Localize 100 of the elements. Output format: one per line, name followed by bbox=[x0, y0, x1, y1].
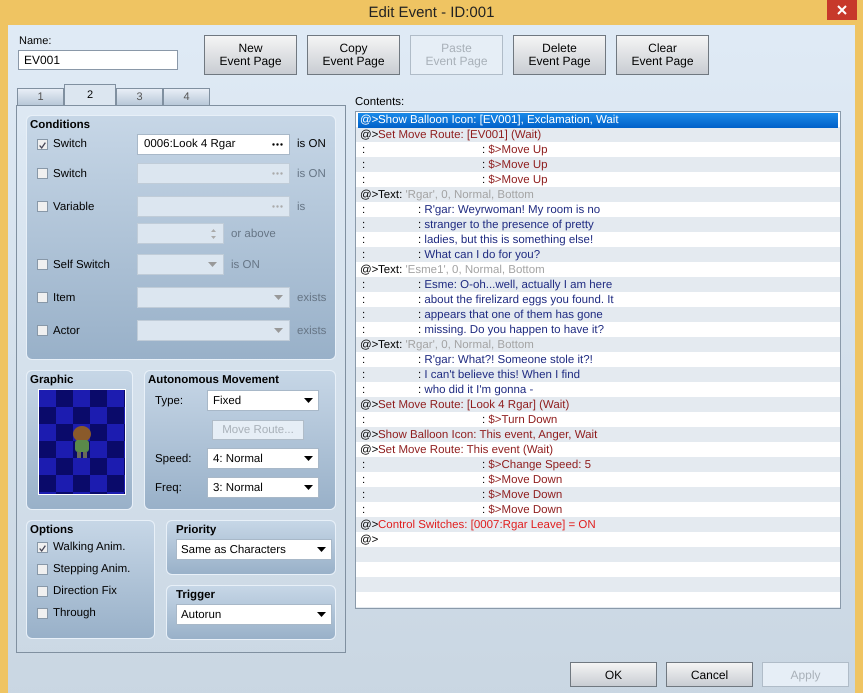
command-line[interactable]: : : R'gar: What?! Someone stole it?! bbox=[358, 353, 838, 368]
spin-arrows-icon bbox=[210, 228, 217, 240]
command-line[interactable]: @> bbox=[358, 533, 838, 548]
setting-dropdown[interactable]: Autorun bbox=[176, 604, 332, 625]
checkbox[interactable] bbox=[37, 325, 48, 336]
panel-title: Trigger bbox=[176, 589, 216, 601]
command-line[interactable]: @>Text: 'Rgar', 0, Normal, Bottom bbox=[358, 188, 838, 203]
checkbox[interactable] bbox=[37, 542, 48, 552]
command-line[interactable]: : : R'gar: Weyrwoman! My room is no bbox=[358, 203, 838, 218]
tab[interactable]: 4 bbox=[163, 88, 210, 105]
dropdown-arrow-icon bbox=[304, 456, 313, 461]
event-page-button[interactable]: Delete Event Page bbox=[513, 35, 606, 75]
checkbox[interactable] bbox=[37, 608, 48, 618]
command-line[interactable]: : : who did it I'm gonna - bbox=[358, 383, 838, 398]
checkbox[interactable] bbox=[37, 586, 48, 596]
command-line[interactable]: : : appears that one of them has gone bbox=[358, 308, 838, 323]
command-line[interactable]: @>Control Switches: [0007:Rgar Leave] = ON bbox=[358, 518, 838, 533]
condition-label: Self Switch bbox=[53, 258, 110, 270]
condition-label: Item bbox=[53, 292, 76, 304]
type-dropdown[interactable]: Fixed bbox=[207, 390, 319, 411]
checkbox[interactable] bbox=[37, 292, 48, 303]
command-line[interactable]: @>Set Move Route: This event (Wait) bbox=[358, 443, 838, 458]
dropdown[interactable] bbox=[137, 287, 290, 308]
command-line[interactable]: : : ladies, but this is something else! bbox=[358, 233, 838, 248]
type-label: Type: bbox=[154, 394, 184, 406]
checkbox[interactable] bbox=[37, 259, 48, 270]
command-line[interactable]: : : about the firelizard eggs you found. It bbox=[358, 293, 838, 308]
panel-title: Conditions bbox=[30, 119, 92, 131]
panel-title: Options bbox=[30, 524, 74, 536]
command-line[interactable]: : : What can I do for you? bbox=[358, 248, 838, 263]
command-line[interactable]: : : $>Move Down bbox=[358, 503, 838, 518]
command-line[interactable]: : : $>Move Up bbox=[358, 143, 838, 158]
event-page-button[interactable]: New Event Page bbox=[204, 35, 297, 75]
panel-title: Graphic bbox=[30, 374, 74, 386]
command-line[interactable]: @>Text: 'Rgar', 0, Normal, Bottom bbox=[358, 338, 838, 353]
contents-label: Contents: bbox=[355, 96, 406, 108]
dropdown[interactable] bbox=[137, 254, 224, 275]
tab[interactable]: 1 bbox=[17, 88, 64, 105]
speed-dropdown[interactable]: 4: Normal bbox=[207, 448, 319, 469]
dropdown-arrow-icon bbox=[274, 295, 283, 300]
ellipsis-icon bbox=[272, 205, 283, 208]
tab[interactable]: 3 bbox=[116, 88, 163, 105]
command-line[interactable]: : : I can't believe this! When I find bbox=[358, 368, 838, 383]
option-label: Through bbox=[53, 607, 96, 619]
window-title: Edit Event - ID:001 bbox=[368, 4, 494, 21]
condition-label: Switch bbox=[53, 168, 87, 180]
dropdown[interactable] bbox=[137, 320, 290, 341]
dialog-button[interactable]: OK bbox=[570, 662, 657, 687]
close-icon bbox=[836, 4, 848, 16]
freq-label: Freq: bbox=[154, 482, 183, 494]
field-value: 4: Normal bbox=[213, 452, 263, 464]
command-line[interactable]: : : $>Move Up bbox=[358, 158, 838, 173]
number-field[interactable] bbox=[137, 223, 224, 244]
ellipsis-icon bbox=[272, 142, 283, 146]
field-value: Autorun bbox=[181, 608, 222, 620]
command-line[interactable]: : : Esme: O-oh...well, actually I am here bbox=[358, 278, 838, 293]
command-line[interactable]: : : $>Move Down bbox=[358, 488, 838, 503]
condition-label: Variable bbox=[53, 200, 94, 212]
event-page-button[interactable]: Copy Event Page bbox=[307, 35, 400, 75]
event-page-button[interactable]: Clear Event Page bbox=[616, 35, 709, 75]
dialog-button[interactable]: Cancel bbox=[666, 662, 753, 687]
condition-label: Switch bbox=[53, 138, 87, 150]
command-line[interactable]: @>Set Move Route: [EV001] (Wait) bbox=[358, 128, 838, 143]
speed-label: Speed: bbox=[154, 452, 192, 464]
dropdown-arrow-icon bbox=[304, 485, 313, 490]
picker-field[interactable]: 0006:Look 4 Rgar bbox=[137, 134, 290, 154]
panel-title: Autonomous Movement bbox=[148, 374, 280, 386]
close-button[interactable] bbox=[827, 0, 857, 20]
field-value: Same as Characters bbox=[181, 544, 286, 556]
command-line[interactable]: @>Show Balloon Icon: This event, Anger, Wait bbox=[358, 428, 838, 443]
condition-suffix: is ON bbox=[231, 258, 260, 270]
setting-dropdown[interactable]: Same as Characters bbox=[176, 539, 332, 560]
panel-title: Priority bbox=[176, 524, 218, 536]
dropdown-arrow-icon bbox=[274, 328, 283, 333]
command-line[interactable]: : : stranger to the presence of pretty bbox=[358, 218, 838, 233]
condition-suffix: is ON bbox=[297, 168, 326, 180]
picker-field[interactable] bbox=[137, 163, 290, 184]
dropdown-arrow-icon bbox=[317, 547, 326, 552]
command-line[interactable]: @>Set Move Route: [Look 4 Rgar] (Wait) bbox=[358, 398, 838, 413]
field-value: 3: Normal bbox=[213, 482, 263, 494]
command-line[interactable]: @>Text: 'Esme1', 0, Normal, Bottom bbox=[358, 263, 838, 278]
tab[interactable]: 2 bbox=[64, 84, 116, 105]
field-value: Fixed bbox=[213, 394, 242, 406]
command-line[interactable]: : : $>Move Down bbox=[358, 473, 838, 488]
condition-suffix: exists bbox=[297, 292, 326, 304]
command-line[interactable]: : : $>Turn Down bbox=[358, 413, 838, 428]
command-line[interactable]: : : missing. Do you happen to have it? bbox=[358, 323, 838, 338]
command-line[interactable]: : : $>Change Speed: 5 bbox=[358, 458, 838, 473]
command-line[interactable]: : : $>Move Up bbox=[358, 173, 838, 188]
condition-label: Actor bbox=[53, 324, 80, 336]
checkbox[interactable] bbox=[37, 138, 48, 150]
checkbox[interactable] bbox=[37, 168, 48, 179]
check-icon bbox=[38, 542, 47, 554]
picker-field[interactable] bbox=[137, 196, 290, 217]
checkbox[interactable] bbox=[37, 564, 48, 574]
name-label: Name: bbox=[19, 35, 52, 47]
checkbox[interactable] bbox=[37, 201, 48, 212]
condition-suffix: or above bbox=[231, 228, 276, 240]
name-field[interactable]: EV001 bbox=[18, 50, 178, 70]
freq-dropdown[interactable]: 3: Normal bbox=[207, 477, 319, 498]
